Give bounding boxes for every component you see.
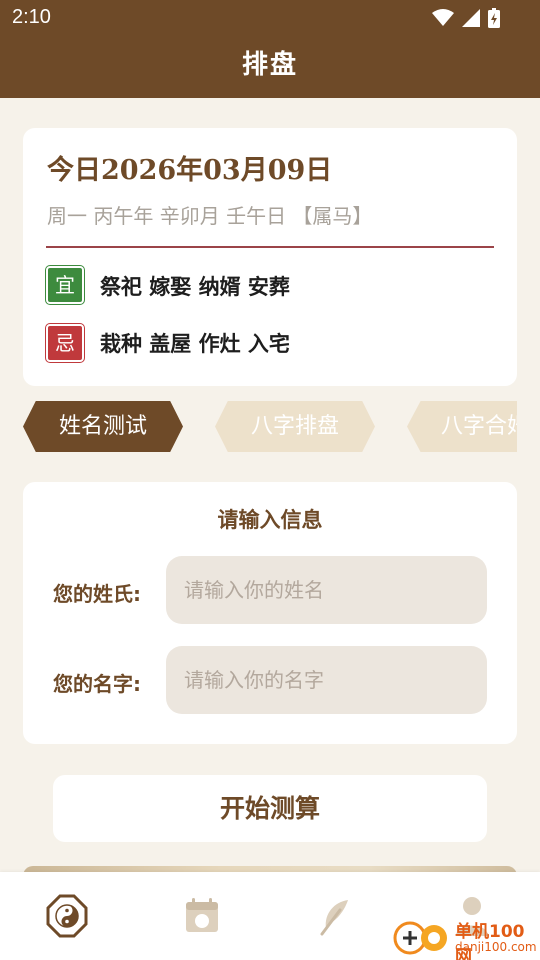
- status-icons: [432, 8, 500, 28]
- feature-tabs: 姓名测试 八字排盘 八字合婚: [23, 401, 517, 452]
- nav-calendar[interactable]: [180, 894, 224, 938]
- surname-label: 您的姓氏:: [53, 582, 141, 606]
- nav-feather[interactable]: [314, 894, 358, 938]
- watermark-logo-icon: [393, 921, 447, 955]
- yi-badge: 宜: [46, 266, 84, 304]
- watermark-url: danji100.com: [455, 940, 537, 954]
- yi-activities: 祭祀 嫁娶 纳婿 安葬: [100, 275, 290, 299]
- calendar-icon: [186, 898, 218, 932]
- tab-bazi-chart[interactable]: 八字排盘: [215, 401, 375, 452]
- today-ganzhi-subtitle: 周一 丙午年 辛卯月 壬午日 【属马】: [47, 204, 373, 228]
- wifi-icon: [432, 9, 454, 26]
- ji-activities: 栽种 盖屋 作灶 入宅: [100, 332, 290, 356]
- form-title: 请输入信息: [217, 507, 323, 532]
- today-almanac-card: 今日2026年03月09日 周一 丙午年 辛卯月 壬午日 【属马】 宜 祭祀 嫁…: [23, 128, 517, 386]
- signal-icon: [462, 9, 480, 27]
- tab-bazi-match[interactable]: 八字合婚: [407, 401, 517, 452]
- battery-icon: [488, 8, 500, 28]
- status-time: 2:10: [12, 6, 51, 28]
- nav-paipan[interactable]: [45, 894, 89, 938]
- feather-icon: [320, 900, 348, 936]
- bagua-icon: [46, 894, 88, 938]
- surname-input[interactable]: [166, 556, 487, 624]
- given-name-label: 您的名字:: [53, 672, 141, 696]
- today-date-title: 今日2026年03月09日: [47, 155, 333, 186]
- app-header: 2:10 排盘: [0, 0, 540, 98]
- watermark: 单机100网 danji100.com: [392, 916, 540, 960]
- start-calculate-button[interactable]: 开始测算: [53, 775, 487, 842]
- info-form-card: 请输入信息 您的姓氏: 您的名字:: [23, 482, 517, 744]
- given-name-input[interactable]: [166, 646, 487, 714]
- tab-name-test[interactable]: 姓名测试: [23, 401, 183, 452]
- divider: [46, 246, 494, 248]
- ji-badge: 忌: [46, 324, 84, 362]
- page-title: 排盘: [241, 50, 298, 80]
